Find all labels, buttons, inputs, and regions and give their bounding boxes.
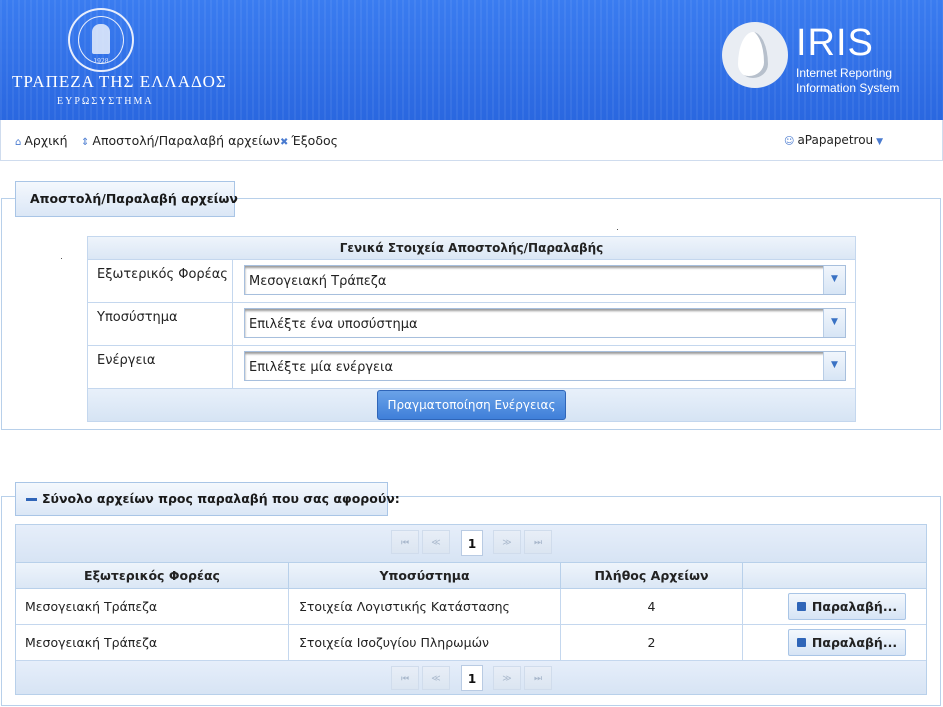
table-row: Μεσογειακή Τράπεζα Στοιχεία Λογιστικής Κ… <box>16 589 926 625</box>
form-footer: Πραγματοποίηση Ενέργειας <box>88 389 855 421</box>
iris-drop <box>738 32 768 78</box>
receive-button-label: Παραλαβή... <box>811 599 898 614</box>
bank-name: ΤΡΑΠΕΖΑ ΤΗΣ ΕΛΛΑΔΟΣ <box>12 72 227 91</box>
col-entity: Εξωτερικός Φορέας <box>16 563 289 589</box>
last-page-button[interactable]: ⏭ <box>524 530 552 554</box>
prev-page-button[interactable]: ≪ <box>422 666 450 690</box>
action-select-value: Επιλέξτε μία ενέργεια <box>249 360 394 375</box>
next-page-button[interactable]: ≫ <box>493 530 521 554</box>
cell-count: 4 <box>561 589 743 624</box>
bank-emblem-icon: 1928 <box>68 8 134 72</box>
home-icon: ⌂ <box>15 137 22 148</box>
brand-subtitle-1: Internet Reporting <box>796 66 893 80</box>
emblem-year: 1928 <box>93 58 109 65</box>
col-subsystem: Υποσύστημα <box>289 563 561 589</box>
chevron-down-icon[interactable]: ▼ <box>823 266 845 294</box>
receive-button[interactable]: Παραλαβή... <box>788 593 906 620</box>
prev-page-button[interactable]: ≪ <box>422 530 450 554</box>
send-receive-legend: Αποστολή/Παραλαβή αρχείων <box>15 181 238 217</box>
form-row-subsystem: Υποσύστημα Επιλέξτε ένα υποσύστημα ▼ <box>88 303 855 346</box>
pager-top: ⏮ ≪ 1 ≫ ⏭ <box>16 525 926 562</box>
cell-subsystem: Στοιχεία Λογιστικής Κατάστασης <box>289 589 561 624</box>
collapse-icon[interactable] <box>26 498 37 501</box>
form-title: Γενικά Στοιχεία Αποστολής/Παραλαβής <box>88 237 855 260</box>
receive-button-label: Παραλαβή... <box>811 635 898 650</box>
header-banner: 1928 ΤΡΑΠΕΖΑ ΤΗΣ ΕΛΛΑΔΟΣ ΕΥΡΩΣΥΣΤΗΜΑ IRI… <box>0 0 943 120</box>
bank-subtitle: ΕΥΡΩΣΥΣΤΗΜΑ <box>57 96 154 107</box>
files-table: ⏮ ≪ 1 ≫ ⏭ Εξωτερικός Φορέας Υποσύστημα Π… <box>15 524 927 695</box>
nav-item-send-receive[interactable]: ⇕ Αποστολή/Παραλαβή αρχείων <box>81 133 280 148</box>
stray-dot <box>617 229 618 230</box>
cell-count: 2 <box>561 625 743 660</box>
last-page-button[interactable]: ⏭ <box>524 666 552 690</box>
nav-home-label: Αρχική <box>24 133 68 148</box>
send-receive-form: Γενικά Στοιχεία Αποστολής/Παραλαβής Εξωτ… <box>87 236 856 422</box>
nav-item-logout[interactable]: ✖ Έξοδος <box>280 133 338 148</box>
perform-action-button[interactable]: Πραγματοποίηση Ενέργειας <box>377 390 566 420</box>
current-page[interactable]: 1 <box>461 665 483 691</box>
entity-select-value: Μεσογειακή Τράπεζα <box>249 274 387 289</box>
action-label: Ενέργεια <box>88 346 233 388</box>
form-row-entity: Εξωτερικός Φορέας Μεσογειακή Τράπεζα ▼ <box>88 260 855 303</box>
top-navbar: ⌂ Αρχική ⇕ Αποστολή/Παραλαβή αρχείων ✖ Έξοδ… <box>0 120 943 161</box>
first-page-button[interactable]: ⏮ <box>391 530 419 554</box>
next-page-button[interactable]: ≫ <box>493 666 521 690</box>
entity-select[interactable]: Μεσογειακή Τράπεζα ▼ <box>244 265 846 295</box>
brand-title: IRIS <box>796 22 874 64</box>
cell-subsystem: Στοιχεία Ισοζυγίου Πληρωμών <box>289 625 561 660</box>
user-icon: ☺ <box>784 136 795 147</box>
save-icon <box>796 638 806 647</box>
files-legend-label: Σύνολο αρχείων προς παραλαβή που σας αφο… <box>42 491 400 506</box>
table-row: Μεσογειακή Τράπεζα Στοιχεία Ισοζυγίου Πλ… <box>16 625 926 661</box>
nav-logout-label: Έξοδος <box>291 133 338 148</box>
save-icon <box>796 602 806 611</box>
user-menu[interactable]: ☺ aPapapetrou ▼ <box>784 133 883 147</box>
subsystem-select-value: Επιλέξτε ένα υποσύστημα <box>249 317 418 332</box>
cell-entity: Μεσογειακή Τράπεζα <box>16 589 289 624</box>
stray-dot <box>61 258 62 259</box>
subsystem-label: Υποσύστημα <box>88 303 233 345</box>
nav-send-receive-label: Αποστολή/Παραλαβή αρχείων <box>92 133 280 148</box>
entity-label: Εξωτερικός Φορέας <box>88 260 233 302</box>
current-page[interactable]: 1 <box>461 530 483 556</box>
pager-bottom: ⏮ ≪ 1 ≫ ⏭ <box>16 661 926 694</box>
receive-button[interactable]: Παραλαβή... <box>788 629 906 656</box>
cell-entity: Μεσογειακή Τράπεζα <box>16 625 289 660</box>
subsystem-select[interactable]: Επιλέξτε ένα υποσύστημα ▼ <box>244 308 846 338</box>
form-row-action: Ενέργεια Επιλέξτε μία ενέργεια ▼ <box>88 346 855 389</box>
chevron-down-icon: ▼ <box>876 137 884 147</box>
col-count: Πλήθος Αρχείων <box>561 563 743 589</box>
action-select[interactable]: Επιλέξτε μία ενέργεια ▼ <box>244 351 846 381</box>
files-legend[interactable]: Σύνολο αρχείων προς παραλαβή που σας αφο… <box>15 482 400 516</box>
chevron-down-icon[interactable]: ▼ <box>823 352 845 380</box>
table-header: Εξωτερικός Φορέας Υποσύστημα Πλήθος Αρχε… <box>16 562 926 589</box>
user-name: aPapapetrou <box>797 133 874 147</box>
iris-logo-icon <box>722 22 788 88</box>
emblem-figure <box>92 24 110 54</box>
close-icon: ✖ <box>280 137 289 148</box>
updown-icon: ⇕ <box>81 137 90 148</box>
first-page-button[interactable]: ⏮ <box>391 666 419 690</box>
brand-subtitle-2: Information System <box>796 81 900 95</box>
nav-item-home[interactable]: ⌂ Αρχική <box>15 133 68 148</box>
chevron-down-icon[interactable]: ▼ <box>823 309 845 337</box>
col-action <box>743 563 926 589</box>
